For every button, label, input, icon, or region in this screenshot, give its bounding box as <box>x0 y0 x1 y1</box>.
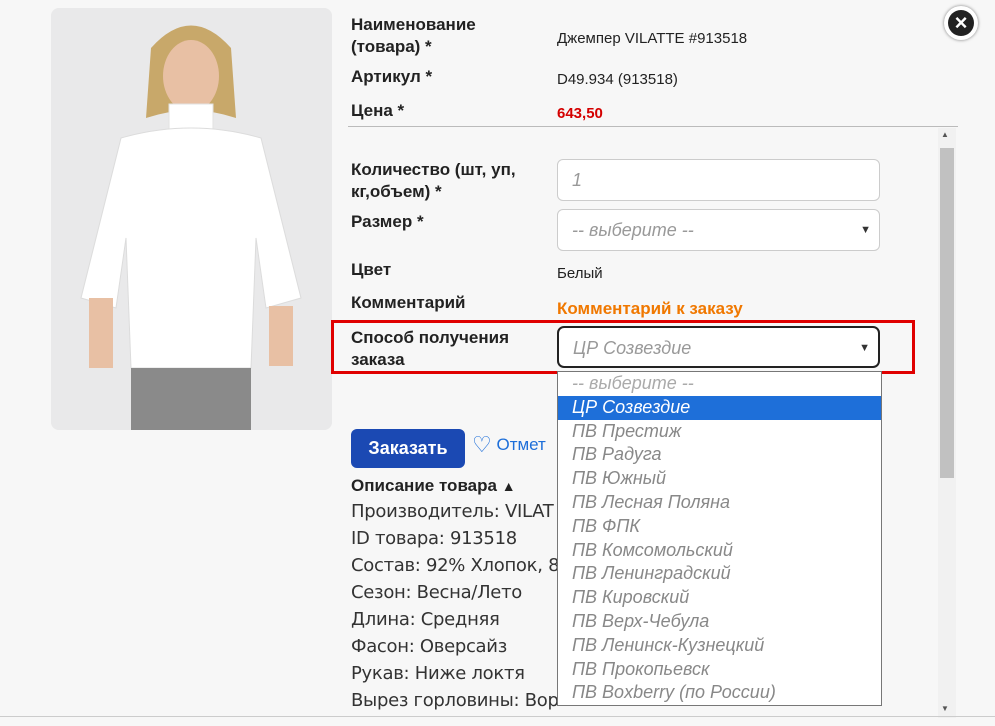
description-line: Состав: 92% Хлопок, 8 <box>351 555 560 576</box>
sku-label: Артикул * <box>351 67 433 86</box>
dropdown-option[interactable]: ПВ Ленинск-Кузнецкий <box>558 634 881 658</box>
dropdown-option-selected[interactable]: ЦР Созвездие <box>558 395 881 420</box>
product-order-modal: × Наименование (товара) * Джемпер VILATT… <box>0 0 995 726</box>
dropdown-option[interactable]: ПВ ФПК <box>558 515 881 539</box>
product-photo <box>51 8 332 430</box>
color-value: Белый <box>557 265 603 282</box>
dropdown-option[interactable]: ПВ Верх-Чебула <box>558 610 881 634</box>
quantity-input[interactable]: 1 <box>557 159 880 201</box>
color-label: Цвет <box>351 260 392 279</box>
quantity-label: Количество (шт, уп, кг,объем) * <box>351 160 516 201</box>
comment-link[interactable]: Комментарий к заказу <box>557 299 743 319</box>
description-line: Сезон: Весна/Лето <box>351 582 522 603</box>
dropdown-option[interactable]: ПВ Комсомольский <box>558 539 881 563</box>
description-line: Длина: Средняя <box>351 609 500 630</box>
chevron-up-icon: ▲ <box>501 478 516 494</box>
description-heading-text: Описание товара <box>351 476 497 495</box>
dropdown-option[interactable]: ПВ Кировский <box>558 586 881 610</box>
size-label: Размер * <box>351 212 424 231</box>
close-icon: × <box>948 10 974 36</box>
sku-value: D49.934 (913518) <box>557 71 678 88</box>
dropdown-option[interactable]: ПВ Прокопьевск <box>558 658 881 682</box>
scrollbar-thumb[interactable] <box>940 148 954 478</box>
scroll-down-icon[interactable]: ▼ <box>941 704 949 713</box>
price-value: 643,50 <box>557 105 603 122</box>
name-value: Джемпер VILATTE #913518 <box>557 30 748 47</box>
pickup-dropdown-list[interactable]: -- выберите -- ЦР Созвездие ПВ Престиж П… <box>557 371 882 706</box>
comment-label: Комментарий <box>351 293 466 312</box>
dropdown-option[interactable]: -- выберите -- <box>558 372 881 396</box>
description-line: Производитель: VILAT <box>351 501 554 522</box>
price-label: Цена * <box>351 101 405 120</box>
description-line: Фасон: Оверсайз <box>351 636 507 657</box>
divider <box>0 716 995 717</box>
highlight-box <box>331 320 915 374</box>
description-line: Рукав: Ниже локтя <box>351 663 525 684</box>
favorite-label: Отмет <box>496 435 546 454</box>
description-heading[interactable]: Описание товара ▲ <box>351 476 516 496</box>
divider <box>348 126 958 127</box>
description-line: ID товара: 913518 <box>351 528 517 549</box>
dropdown-option[interactable]: ПВ Лесная Поляна <box>558 491 881 515</box>
dropdown-option[interactable]: ПВ Престиж <box>558 420 881 444</box>
description-line: Вырез горловины: Вор <box>351 690 559 711</box>
dropdown-option[interactable]: ПВ Южный <box>558 467 881 491</box>
heart-icon: ♡ <box>472 432 492 457</box>
chevron-down-icon: ▼ <box>860 224 871 236</box>
size-select[interactable]: -- выберите -- ▼ <box>557 209 880 251</box>
dropdown-option[interactable]: ПВ Радуга <box>558 443 881 467</box>
favorite-button[interactable]: ♡ Отмет <box>472 432 546 458</box>
dropdown-option[interactable]: ПВ Boxberry (по России) <box>558 681 881 705</box>
close-button[interactable]: × <box>944 6 978 40</box>
dropdown-option[interactable]: ПВ Ленинградский <box>558 562 881 586</box>
scroll-up-icon[interactable]: ▲ <box>941 130 949 139</box>
name-label: Наименование (товара) * <box>351 15 476 56</box>
order-button[interactable]: Заказать <box>351 429 465 468</box>
size-select-value: -- выберите -- <box>572 220 694 240</box>
